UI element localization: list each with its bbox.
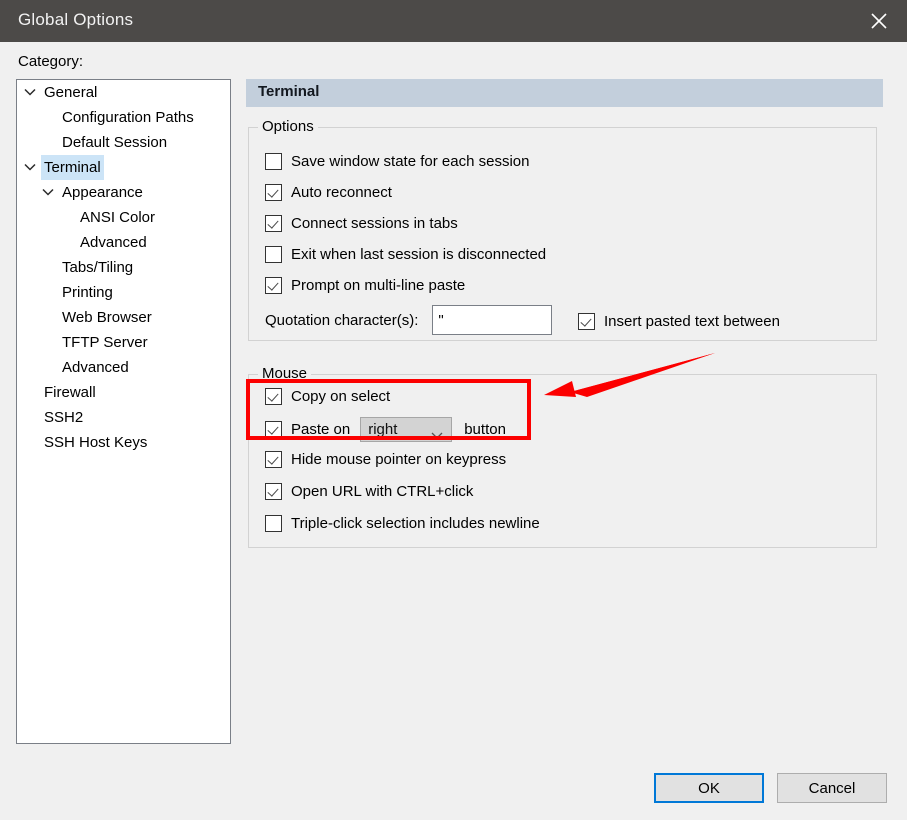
chevron-down-icon[interactable] — [42, 180, 56, 205]
sidebar-item-firewall[interactable]: Firewall — [17, 380, 230, 405]
sidebar-item-terminal[interactable]: Terminal — [17, 155, 230, 180]
sidebar-item-label: ANSI Color — [80, 209, 156, 226]
sidebar-item-tftp-server[interactable]: TFTP Server — [17, 330, 230, 355]
checkbox-box — [578, 312, 595, 330]
sidebar-item-label: Terminal — [41, 155, 104, 180]
panel-title: Terminal — [258, 83, 320, 100]
mouse-group-legend: Mouse — [258, 365, 312, 382]
sidebar-item-label: General — [44, 84, 98, 101]
sidebar-item-ansi-color[interactable]: ANSI Color — [17, 205, 230, 230]
checkbox-open-url-with-ctrl-click[interactable]: Open URL with CTRL+click — [265, 480, 473, 502]
chevron-down-icon[interactable] — [24, 155, 38, 180]
checkbox-copy-on-select[interactable]: Copy on select — [265, 385, 390, 407]
ok-button[interactable]: OK — [654, 773, 764, 803]
checkbox-box — [265, 387, 282, 405]
chevron-down-icon[interactable] — [24, 80, 38, 105]
paste-button-dropdown[interactable]: right — [360, 416, 453, 444]
checkbox-save-window-state[interactable]: Save window state for each session — [265, 150, 529, 172]
checkbox-connect-sessions-in-tabs[interactable]: Connect sessions in tabs — [265, 212, 458, 234]
options-group-legend: Options — [258, 118, 318, 135]
paste-button-dropdown-value: right — [368, 420, 398, 438]
sidebar-item-label: Firewall — [44, 384, 96, 401]
window-title: Global Options — [18, 10, 134, 29]
sidebar-item-label: Advanced — [62, 359, 129, 376]
checkbox-hide-mouse-pointer-on-keypress[interactable]: Hide mouse pointer on keypress — [265, 448, 506, 470]
quotation-label: Quotation character(s): — [265, 311, 419, 329]
sidebar-item-label: SSH2 — [44, 409, 84, 426]
paste-on-suffix: button — [464, 420, 506, 438]
sidebar-item-label: Appearance — [62, 184, 143, 201]
checkbox-label: Prompt on multi-line paste — [291, 276, 466, 294]
quotation-row: Quotation character(s): — [265, 305, 553, 335]
sidebar-item-label: Tabs/Tiling — [62, 259, 134, 276]
sidebar-item-label: TFTP Server — [62, 334, 148, 351]
checkbox-box — [265, 276, 282, 294]
sidebar-item-label: Default Session — [62, 134, 168, 151]
sidebar-item-label: Advanced — [80, 234, 147, 251]
checkbox-label: Triple-click selection includes newline — [291, 514, 540, 532]
checkbox-label: Open URL with CTRL+click — [291, 482, 474, 500]
sidebar-item-general[interactable]: General — [17, 80, 230, 105]
sidebar-item-configuration-paths[interactable]: Configuration Paths — [17, 105, 230, 130]
sidebar-item-label: SSH Host Keys — [44, 434, 148, 451]
checkbox-label: Copy on select — [291, 387, 391, 405]
ok-button-label: OK — [698, 779, 720, 797]
checkbox-box — [265, 152, 282, 170]
category-tree[interactable]: General Configuration Paths Default Sessio… — [16, 79, 231, 744]
checkbox-box — [265, 482, 282, 500]
checkbox-label: Save window state for each session — [291, 152, 530, 170]
category-label: Category: — [18, 53, 84, 70]
checkbox-box — [265, 214, 282, 232]
sidebar-item-label: Printing — [62, 284, 113, 301]
checkbox-box — [265, 450, 282, 468]
sidebar-item-label: Web Browser — [62, 309, 152, 326]
sidebar-item-ssh2[interactable]: SSH2 — [17, 405, 230, 430]
cancel-button-label: Cancel — [808, 779, 856, 797]
checkbox-insert-pasted-text-between[interactable]: Insert pasted text between — [578, 310, 780, 332]
window-title-bar: Global Options — [0, 0, 907, 42]
sidebar-item-appearance[interactable]: Appearance — [17, 180, 230, 205]
sidebar-item-web-browser[interactable]: Web Browser — [17, 305, 230, 330]
chevron-down-icon — [431, 427, 443, 444]
checkbox-label: Hide mouse pointer on keypress — [291, 450, 507, 468]
checkbox-triple-click-selection-includes-newline[interactable]: Triple-click selection includes newline — [265, 512, 540, 534]
sidebar-item-tabs-tiling[interactable]: Tabs/Tiling — [17, 255, 230, 280]
paste-on-label: Paste on — [291, 420, 351, 438]
panel-header: Terminal — [246, 79, 883, 107]
close-icon — [869, 11, 889, 31]
checkbox-label: Exit when last session is disconnected — [291, 245, 547, 263]
checkbox-paste-on[interactable] — [265, 420, 282, 438]
cancel-button[interactable]: Cancel — [777, 773, 887, 803]
sidebar-item-advanced[interactable]: Advanced — [17, 230, 230, 255]
sidebar-item-ssh-host-keys[interactable]: SSH Host Keys — [17, 430, 230, 455]
checkbox-box — [265, 514, 282, 532]
checkbox-label: Connect sessions in tabs — [291, 214, 458, 232]
checkbox-label: Auto reconnect — [291, 183, 392, 201]
sidebar-item-label: Configuration Paths — [62, 109, 194, 126]
checkbox-exit-when-last-session-disconnected[interactable]: Exit when last session is disconnected — [265, 243, 546, 265]
sidebar-item-advanced[interactable]: Advanced — [17, 355, 230, 380]
checkbox-box — [265, 245, 282, 263]
checkbox-box — [265, 183, 282, 201]
sidebar-item-default-session[interactable]: Default Session — [17, 130, 230, 155]
checkbox-label: Insert pasted text between — [604, 312, 780, 330]
quotation-input[interactable] — [432, 305, 553, 335]
paste-on-row: Paste on right button — [265, 416, 506, 442]
sidebar-item-printing[interactable]: Printing — [17, 280, 230, 305]
checkbox-prompt-on-multiline-paste[interactable]: Prompt on multi-line paste — [265, 274, 465, 296]
checkbox-auto-reconnect[interactable]: Auto reconnect — [265, 181, 392, 203]
close-button[interactable] — [851, 0, 907, 42]
